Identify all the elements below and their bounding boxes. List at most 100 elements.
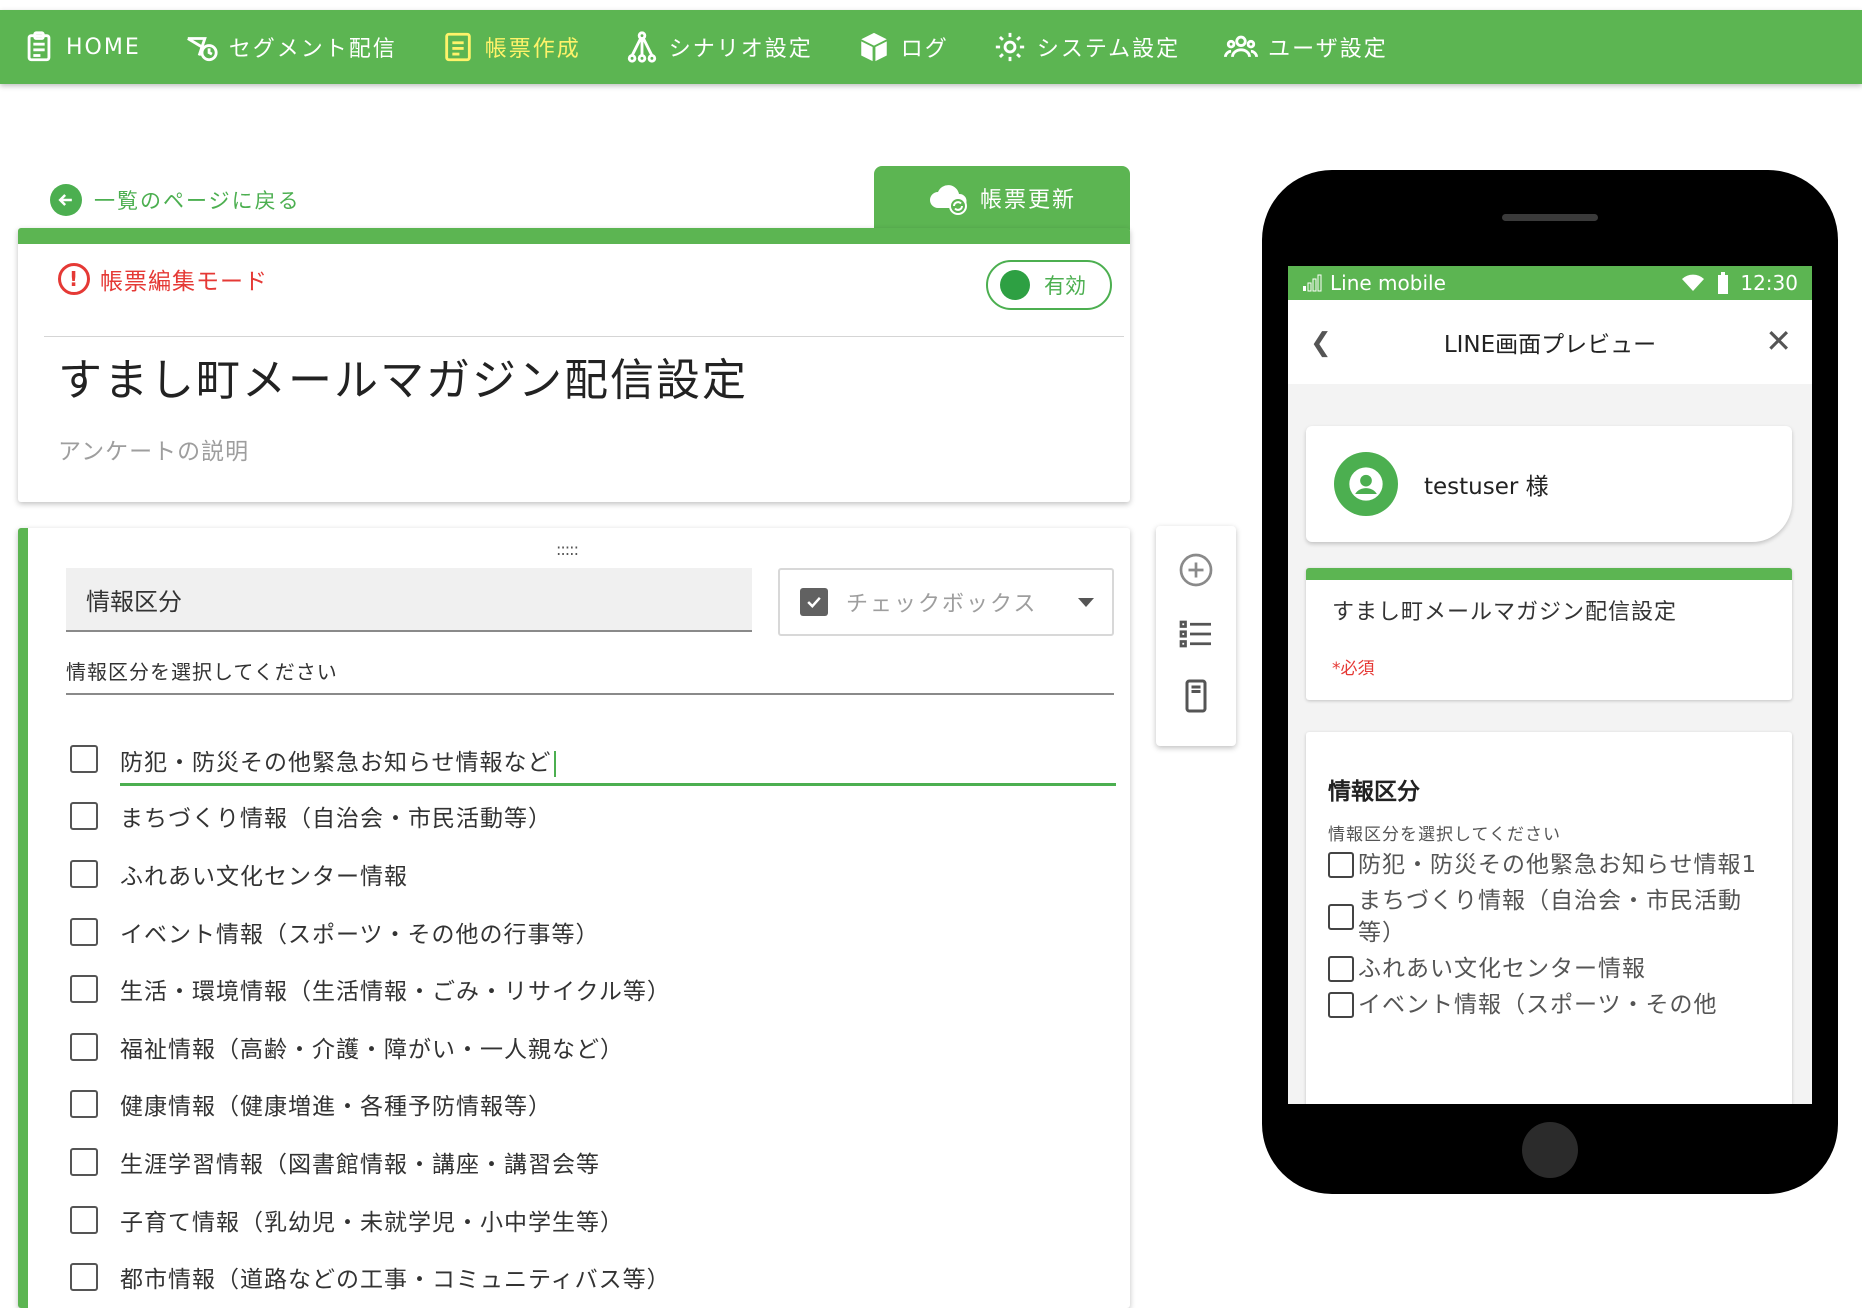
option-row: ふれあい文化センター情報 [70, 845, 1116, 903]
question-toolbar [1156, 526, 1236, 746]
preview-form-title: すまし町メールマガジン配信設定 [1332, 600, 1678, 625]
option-input[interactable]: 福祉情報（高齢・介護・障がい・一人親など） [120, 1030, 624, 1064]
alert-icon: ! [58, 263, 90, 295]
back-link-label: 一覧のページに戻る [94, 189, 301, 213]
back-to-list-link[interactable]: 一覧のページに戻る [50, 184, 301, 216]
option-input[interactable]: ふれあい文化センター情報 [120, 857, 408, 891]
option-row: 生涯学習情報（図書館情報・講座・講習会等 [70, 1133, 1116, 1191]
nav-item-log[interactable]: ログ [857, 10, 949, 84]
form-title-input[interactable]: すまし町メールマガジン配信設定 [58, 344, 748, 408]
nav-label: ユーザ設定 [1268, 37, 1388, 62]
nav-item-form[interactable]: 帳票作成 [441, 10, 581, 84]
carrier-name: Line mobile [1330, 271, 1446, 295]
phone-screen: Line mobile 12:30 ❮ LINE画面プレビュー ✕ testus… [1288, 266, 1812, 1104]
checkbox-icon [70, 1147, 98, 1176]
checkbox-icon [1328, 904, 1354, 930]
question-description-input[interactable]: 情報区分を選択してください [66, 656, 1114, 695]
chevron-left-icon[interactable]: ❮ [1310, 328, 1332, 358]
option-input[interactable]: イベント情報（スポーツ・その他の行事等） [120, 915, 600, 949]
option-input[interactable]: 生涯学習情報（図書館情報・講座・講習会等 [120, 1145, 600, 1179]
checkbox-icon [1328, 992, 1354, 1018]
list-icon[interactable] [1178, 616, 1214, 652]
clipboard-icon [27, 31, 51, 62]
signal-icon [1303, 274, 1322, 292]
preview-question-desc: 情報区分を選択してください [1328, 825, 1561, 845]
option-row: まちづくり情報（自治会・市民活動等） [70, 788, 1116, 846]
close-icon[interactable]: ✕ [1765, 322, 1792, 360]
option-row: 都市情報（道路などの工事・コミュニティバス等） [70, 1248, 1116, 1306]
nav-item-system-settings[interactable]: システム設定 [993, 10, 1180, 84]
add-circle-icon[interactable] [1178, 552, 1214, 588]
form-icon [445, 32, 471, 62]
checkbox-icon [70, 1263, 98, 1292]
preview-option-label: ふれあい文化センター情報 [1358, 956, 1646, 982]
toggle-knob [1000, 270, 1030, 300]
option-row: 生活・環境情報（生活情報・ごみ・リサイクル等） [70, 960, 1116, 1018]
option-input[interactable]: 子育て情報（乳幼児・未就学児・小中学生等） [120, 1203, 624, 1237]
option-input[interactable]: 健康情報（健康増進・各種予防情報等） [120, 1087, 552, 1121]
preview-option-label: イベント情報（スポーツ・その他 [1358, 992, 1718, 1018]
segment-delivery-icon [186, 37, 218, 62]
mobile-preview-icon[interactable] [1178, 678, 1214, 714]
phone-home-button [1522, 1122, 1578, 1178]
top-nav-bar: HOME セグメント配信 帳票作成 シナリオ設定 ログ システム設定 ユーザ設定 [0, 10, 1862, 84]
checkbox-icon [70, 1032, 98, 1061]
form-header-card: ! 帳票編集モード 有効 すまし町メールマガジン配信設定 アンケートの説明 [18, 228, 1130, 502]
phone-preview: Line mobile 12:30 ❮ LINE画面プレビュー ✕ testus… [1262, 170, 1838, 1194]
preview-question-title: 情報区分 [1328, 779, 1420, 805]
option-row: 子育て情報（乳幼児・未就学児・小中学生等） [70, 1191, 1116, 1249]
users-icon [1224, 35, 1259, 58]
nav-label: HOME [66, 34, 141, 60]
option-input[interactable]: 都市情報（道路などの工事・コミュニティバス等） [120, 1260, 671, 1294]
option-row: イベント情報（スポーツ・その他の行事等） [70, 903, 1116, 961]
avatar-icon [1334, 452, 1398, 516]
checkbox-icon [70, 744, 98, 773]
form-description-input[interactable]: アンケートの説明 [58, 432, 249, 466]
preview-option[interactable]: 防犯・防災その他緊急お知らせ情報1 [1328, 849, 1770, 881]
cloud-sync-icon [929, 185, 967, 215]
gear-icon [995, 32, 1024, 62]
chevron-down-icon [1078, 598, 1094, 607]
option-text: 防犯・防災その他緊急お知らせ情報など [120, 750, 552, 777]
preview-header-title: LINE画面プレビュー [1443, 332, 1657, 358]
status-toggle[interactable]: 有効 [986, 260, 1112, 310]
toggle-label: 有効 [1044, 274, 1086, 298]
box-icon [861, 32, 887, 62]
scenario-icon [627, 31, 656, 63]
preview-header: ❮ LINE画面プレビュー ✕ [1288, 300, 1812, 384]
divider [44, 336, 1124, 337]
nav-item-segment[interactable]: セグメント配信 [185, 10, 397, 84]
phone-speaker [1502, 214, 1598, 221]
edit-mode-indicator: ! 帳票編集モード [58, 262, 268, 296]
question-type-label: チェックボックス [846, 592, 1038, 617]
nav-item-scenario[interactable]: シナリオ設定 [625, 10, 813, 84]
wifi-icon [1682, 274, 1705, 291]
option-input[interactable]: まちづくり情報（自治会・市民活動等） [120, 799, 552, 833]
checkbox-icon [70, 1205, 98, 1234]
question-card: ::::: 情報区分 チェックボックス 情報区分を選択してください 防犯・防災そ… [18, 528, 1130, 1308]
question-type-select[interactable]: チェックボックス [778, 568, 1114, 636]
checkbox-icon [70, 859, 98, 888]
arrow-left-icon [50, 184, 82, 216]
required-label: *必須 [1332, 659, 1375, 679]
checkbox-icon [70, 1090, 98, 1119]
preview-option[interactable]: イベント情報（スポーツ・その他 [1328, 989, 1770, 1021]
text-cursor [553, 750, 556, 777]
update-form-button[interactable]: 帳票更新 [874, 166, 1130, 230]
option-input[interactable]: 生活・環境情報（生活情報・ごみ・リサイクル等） [120, 972, 671, 1006]
nav-item-home[interactable]: HOME [22, 10, 141, 84]
edit-mode-label: 帳票編集モード [100, 269, 268, 295]
update-button-label: 帳票更新 [979, 188, 1076, 213]
checkbox-checked-icon [800, 588, 828, 616]
battery-icon [1718, 272, 1729, 294]
preview-question-card: 情報区分 情報区分を選択してください 防犯・防災その他緊急お知らせ情報1 まちづ… [1306, 732, 1792, 1104]
checkbox-icon [70, 802, 98, 831]
question-title-input[interactable]: 情報区分 [66, 568, 752, 632]
nav-label: シナリオ設定 [668, 37, 813, 62]
drag-handle-icon[interactable]: ::::: [556, 540, 579, 559]
nav-label: 帳票作成 [484, 37, 581, 62]
preview-option[interactable]: ふれあい文化センター情報 [1328, 953, 1770, 985]
nav-item-user-settings[interactable]: ユーザ設定 [1224, 10, 1388, 84]
option-input[interactable]: 防犯・防災その他緊急お知らせ情報など [120, 743, 1116, 787]
preview-option[interactable]: まちづくり情報（自治会・市民活動等） [1328, 885, 1770, 949]
